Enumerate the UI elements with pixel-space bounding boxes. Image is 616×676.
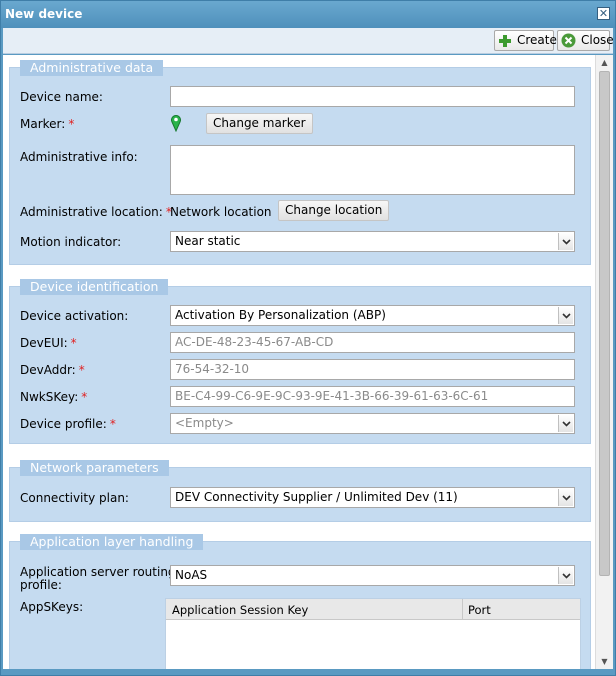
- devaddr-label: DevAddr: *: [20, 363, 85, 377]
- section-legend-application: Application layer handling: [20, 534, 204, 550]
- chevron-down-icon[interactable]: [558, 307, 573, 324]
- admin-location-value: Network location: [170, 205, 272, 219]
- column-header-session-key[interactable]: Application Session Key: [172, 603, 308, 617]
- admin-info-textarea[interactable]: [170, 145, 575, 195]
- connectivity-plan-label: Connectivity plan:: [20, 491, 129, 505]
- chevron-down-icon[interactable]: [558, 489, 573, 506]
- device-profile-select[interactable]: <Empty>: [170, 413, 575, 434]
- appskeys-label: AppSKeys:: [20, 600, 84, 614]
- required-asterisk: *: [78, 363, 85, 377]
- close-circle-icon: [561, 33, 576, 48]
- motion-indicator-value: Near static: [175, 234, 241, 248]
- required-asterisk: *: [109, 417, 116, 431]
- appskeys-grid-header: Application Session Key Port: [166, 599, 580, 620]
- routing-profile-value: NoAS: [175, 568, 208, 582]
- motion-indicator-label: Motion indicator:: [20, 235, 122, 249]
- routing-profile-label: Application server routing profile:: [20, 565, 176, 592]
- section-legend-administrative: Administrative data: [20, 60, 164, 76]
- device-activation-value: Activation By Personalization (ABP): [175, 308, 386, 322]
- create-button[interactable]: Create: [494, 30, 557, 51]
- close-button[interactable]: Close: [557, 30, 614, 51]
- change-location-button[interactable]: Change location: [278, 200, 390, 221]
- device-name-input[interactable]: [170, 86, 575, 107]
- required-asterisk: *: [68, 117, 75, 131]
- new-device-window: New device ✕ Create Close Administrative…: [0, 0, 616, 676]
- admin-location-label: Administrative location: *: [20, 205, 172, 219]
- column-header-port[interactable]: Port: [468, 603, 491, 617]
- nwkskey-label: NwkSKey: *: [20, 390, 88, 404]
- section-legend-network: Network parameters: [20, 460, 169, 476]
- device-identification-section: Device identification Device activation:…: [9, 279, 591, 444]
- vertical-scrollbar[interactable]: ▲ ▼: [595, 55, 613, 669]
- routing-profile-select[interactable]: NoAS: [170, 565, 575, 586]
- device-activation-label: Device activation:: [20, 309, 129, 323]
- device-activation-select[interactable]: Activation By Personalization (ABP): [170, 305, 575, 326]
- administrative-data-section: Administrative data Device name: Marker:…: [9, 60, 591, 265]
- window-titlebar[interactable]: New device ✕: [1, 1, 615, 28]
- connectivity-plan-select[interactable]: DEV Connectivity Supplier / Unlimited De…: [170, 487, 575, 508]
- change-marker-button[interactable]: Change marker: [206, 113, 313, 134]
- plus-icon: [498, 33, 512, 48]
- chevron-down-icon[interactable]: [558, 567, 573, 584]
- create-button-label: Create: [517, 33, 557, 47]
- appskeys-grid[interactable]: Application Session Key Port: [165, 598, 581, 669]
- column-separator: [462, 599, 463, 620]
- required-asterisk: *: [81, 390, 88, 404]
- device-profile-value: <Empty>: [175, 416, 234, 430]
- marker-label: Marker: *: [20, 117, 75, 131]
- connectivity-plan-value: DEV Connectivity Supplier / Unlimited De…: [175, 490, 458, 504]
- required-asterisk: *: [70, 336, 77, 350]
- device-name-label: Device name:: [20, 90, 103, 104]
- chevron-down-icon[interactable]: [558, 233, 573, 250]
- window-close-icon[interactable]: ✕: [597, 7, 610, 20]
- close-button-label: Close: [581, 33, 614, 47]
- toolbar: Create Close: [3, 28, 614, 54]
- deveui-input[interactable]: AC-DE-48-23-45-67-AB-CD: [170, 332, 575, 353]
- admin-info-label: Administrative info:: [20, 150, 138, 164]
- application-layer-section: Application layer handling Application s…: [9, 534, 591, 669]
- scrollbar-thumb[interactable]: [599, 71, 610, 576]
- nwkskey-input[interactable]: BE-C4-99-C6-9E-9C-93-9E-41-3B-66-39-61-6…: [170, 386, 575, 407]
- deveui-label: DevEUI: *: [20, 336, 77, 350]
- map-marker-icon: [170, 114, 182, 135]
- motion-indicator-select[interactable]: Near static: [170, 231, 575, 252]
- scroll-down-icon[interactable]: ▼: [596, 654, 613, 669]
- section-legend-identification: Device identification: [20, 279, 169, 295]
- network-parameters-section: Network parameters Connectivity plan: DE…: [9, 460, 591, 522]
- chevron-down-icon[interactable]: [558, 415, 573, 432]
- form-content: Administrative data Device name: Marker:…: [3, 55, 595, 669]
- scroll-up-icon[interactable]: ▲: [596, 55, 613, 70]
- device-profile-label: Device profile: *: [20, 417, 116, 431]
- devaddr-input[interactable]: 76-54-32-10: [170, 359, 575, 380]
- window-title: New device: [5, 7, 83, 21]
